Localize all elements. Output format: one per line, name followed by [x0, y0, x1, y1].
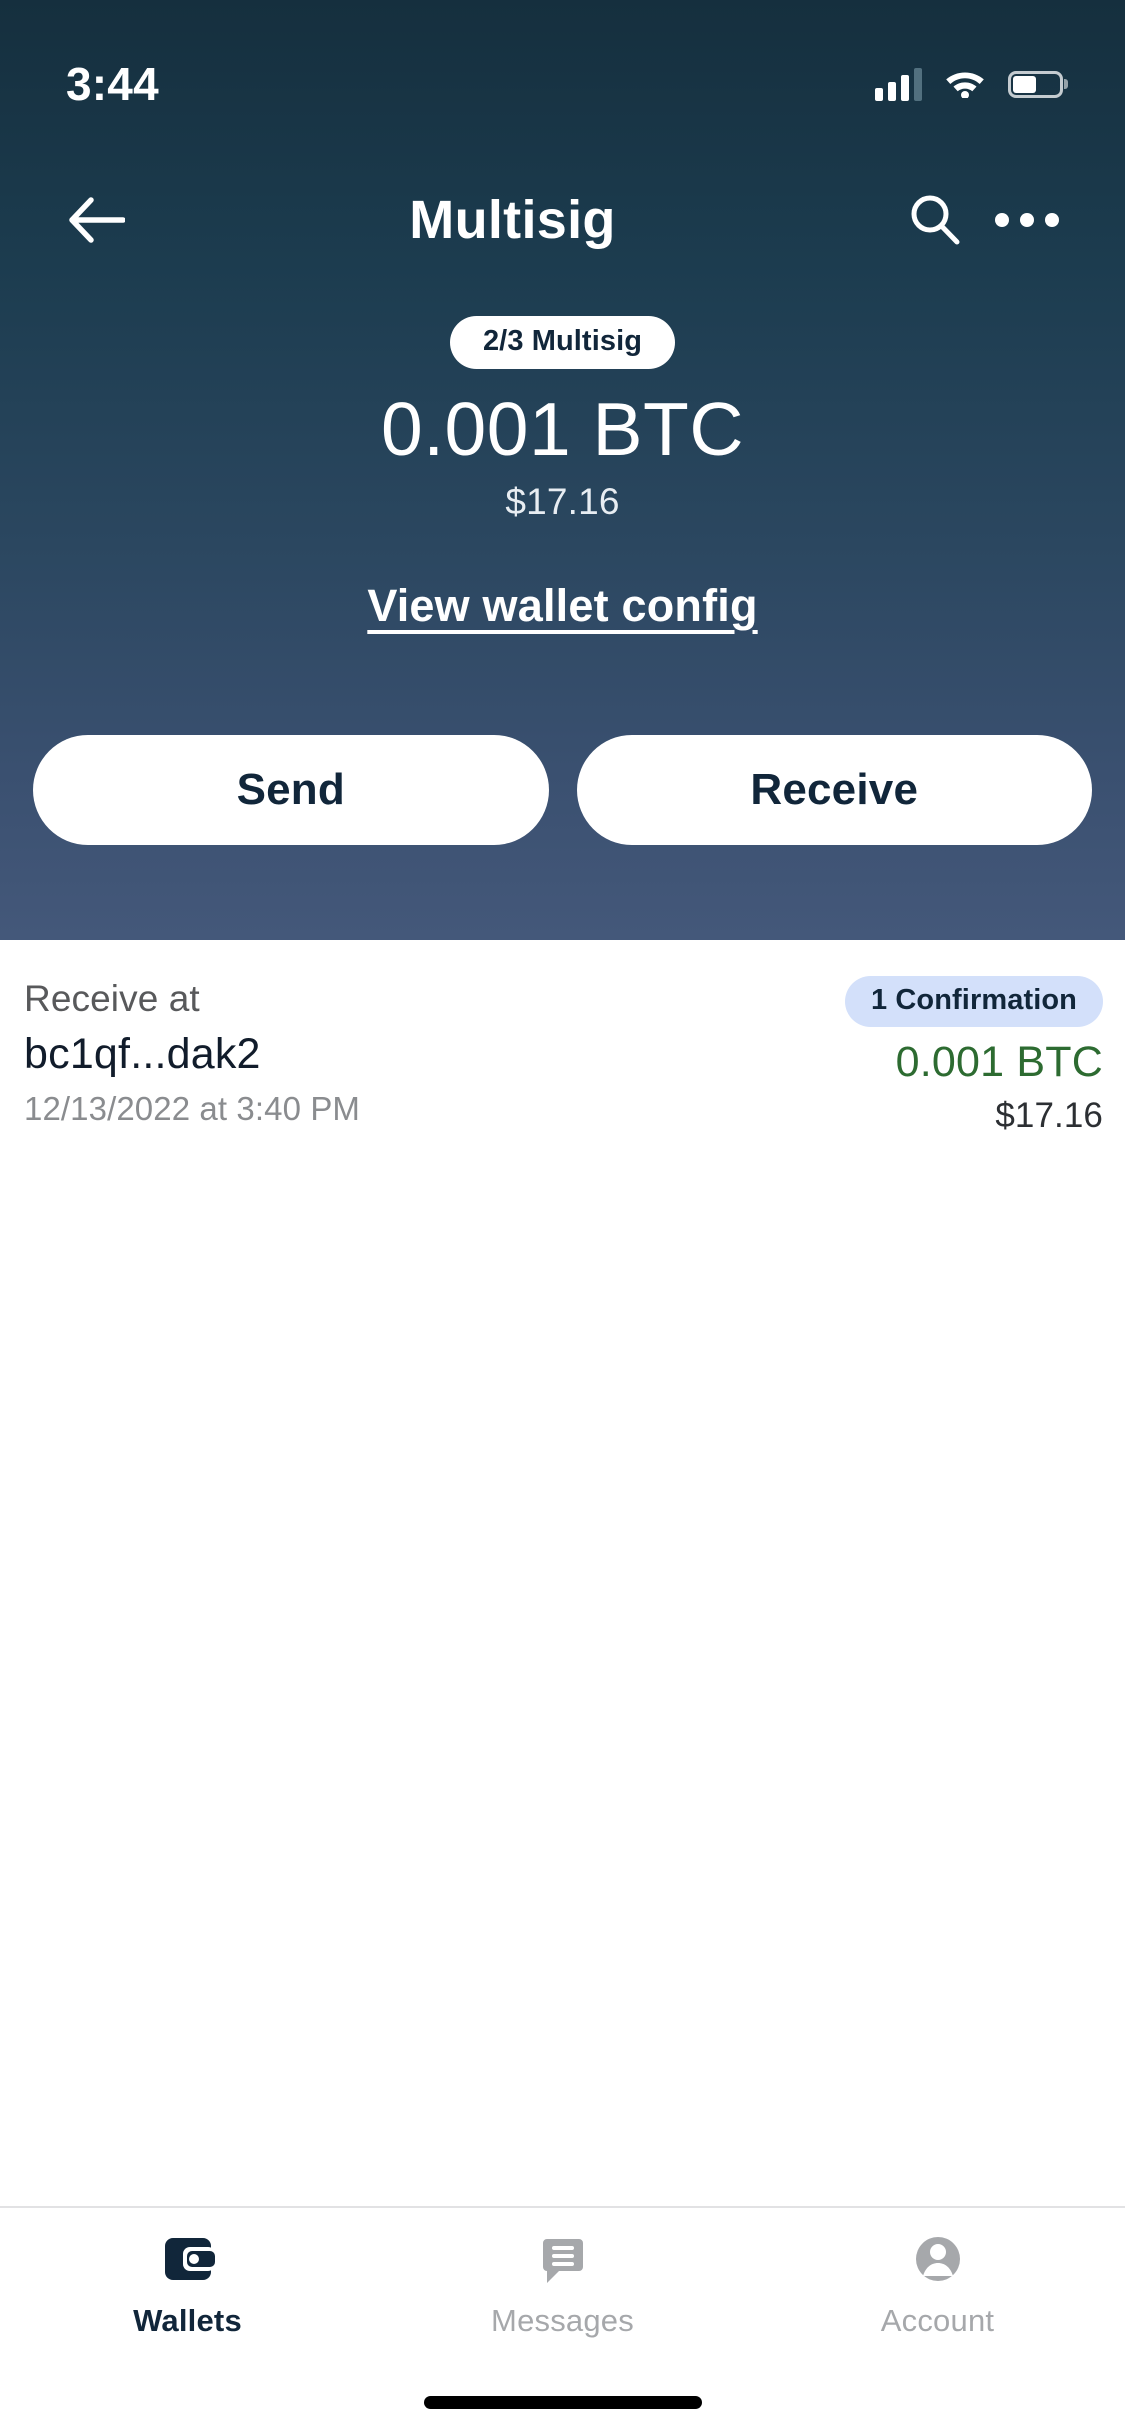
navigation-bar: Multisig — [0, 170, 1125, 270]
view-wallet-config-link[interactable]: View wallet config — [367, 580, 757, 632]
page-title: Multisig — [409, 190, 616, 250]
cellular-signal-icon — [875, 67, 922, 101]
overflow-menu-icon[interactable] — [981, 174, 1073, 266]
balance-btc: 0.001 BTC — [380, 387, 745, 471]
home-indicator-area — [0, 2368, 1125, 2436]
bottom-tab-bar: Wallets Messages Account — [0, 2206, 1125, 2368]
search-icon[interactable] — [889, 174, 981, 266]
status-bar-time: 3:44 — [66, 58, 159, 110]
confirmation-status-badge: 1 Confirmation — [844, 976, 1103, 1027]
transaction-list: Receive at bc1qf...dak2 12/13/2022 at 3:… — [0, 940, 1125, 2206]
transaction-amount-fiat: $17.16 — [995, 1096, 1103, 1136]
tab-account[interactable]: Account — [750, 2228, 1125, 2339]
transaction-type-label: Receive at — [24, 978, 200, 1019]
transaction-address: bc1qf...dak2 — [24, 1030, 261, 1079]
status-bar-indicators — [875, 66, 1063, 103]
tab-label-messages: Messages — [491, 2303, 634, 2338]
app-screen: 3:44 Multisig 2/3 Multisig 0.001 BTC $17… — [0, 0, 1125, 2436]
multisig-policy-badge: 2/3 Multisig — [449, 316, 676, 369]
tab-label-wallets: Wallets — [133, 2303, 242, 2338]
status-bar: 3:44 — [0, 0, 1125, 130]
message-bubble-icon — [535, 2228, 591, 2290]
transaction-date: 12/13/2022 at 3:40 PM — [24, 1089, 361, 1127]
transaction-amounts: 1 Confirmation 0.001 BTC $17.16 — [844, 976, 1103, 1136]
wallet-hero-panel: 3:44 Multisig 2/3 Multisig 0.001 BTC $17… — [0, 0, 1125, 940]
wallet-icon — [160, 2228, 216, 2290]
transaction-row[interactable]: Receive at bc1qf...dak2 12/13/2022 at 3:… — [24, 976, 1103, 1136]
wallet-balance-section: 2/3 Multisig 0.001 BTC $17.16 View walle… — [0, 316, 1125, 632]
wifi-icon — [944, 66, 986, 103]
transaction-details: Receive at bc1qf...dak2 12/13/2022 at 3:… — [24, 976, 360, 1128]
back-arrow-icon[interactable] — [50, 174, 142, 266]
tab-messages[interactable]: Messages — [375, 2228, 750, 2339]
tab-label-account: Account — [880, 2303, 995, 2338]
wallet-actions: Send Receive — [0, 735, 1125, 845]
send-button[interactable]: Send — [33, 735, 549, 845]
account-person-icon — [910, 2228, 966, 2290]
receive-button[interactable]: Receive — [576, 735, 1092, 845]
balance-fiat: $17.16 — [505, 481, 620, 522]
tab-wallets[interactable]: Wallets — [0, 2228, 375, 2339]
home-indicator[interactable] — [423, 2395, 702, 2409]
transaction-amount-btc: 0.001 BTC — [895, 1038, 1103, 1086]
battery-icon — [1008, 70, 1063, 98]
